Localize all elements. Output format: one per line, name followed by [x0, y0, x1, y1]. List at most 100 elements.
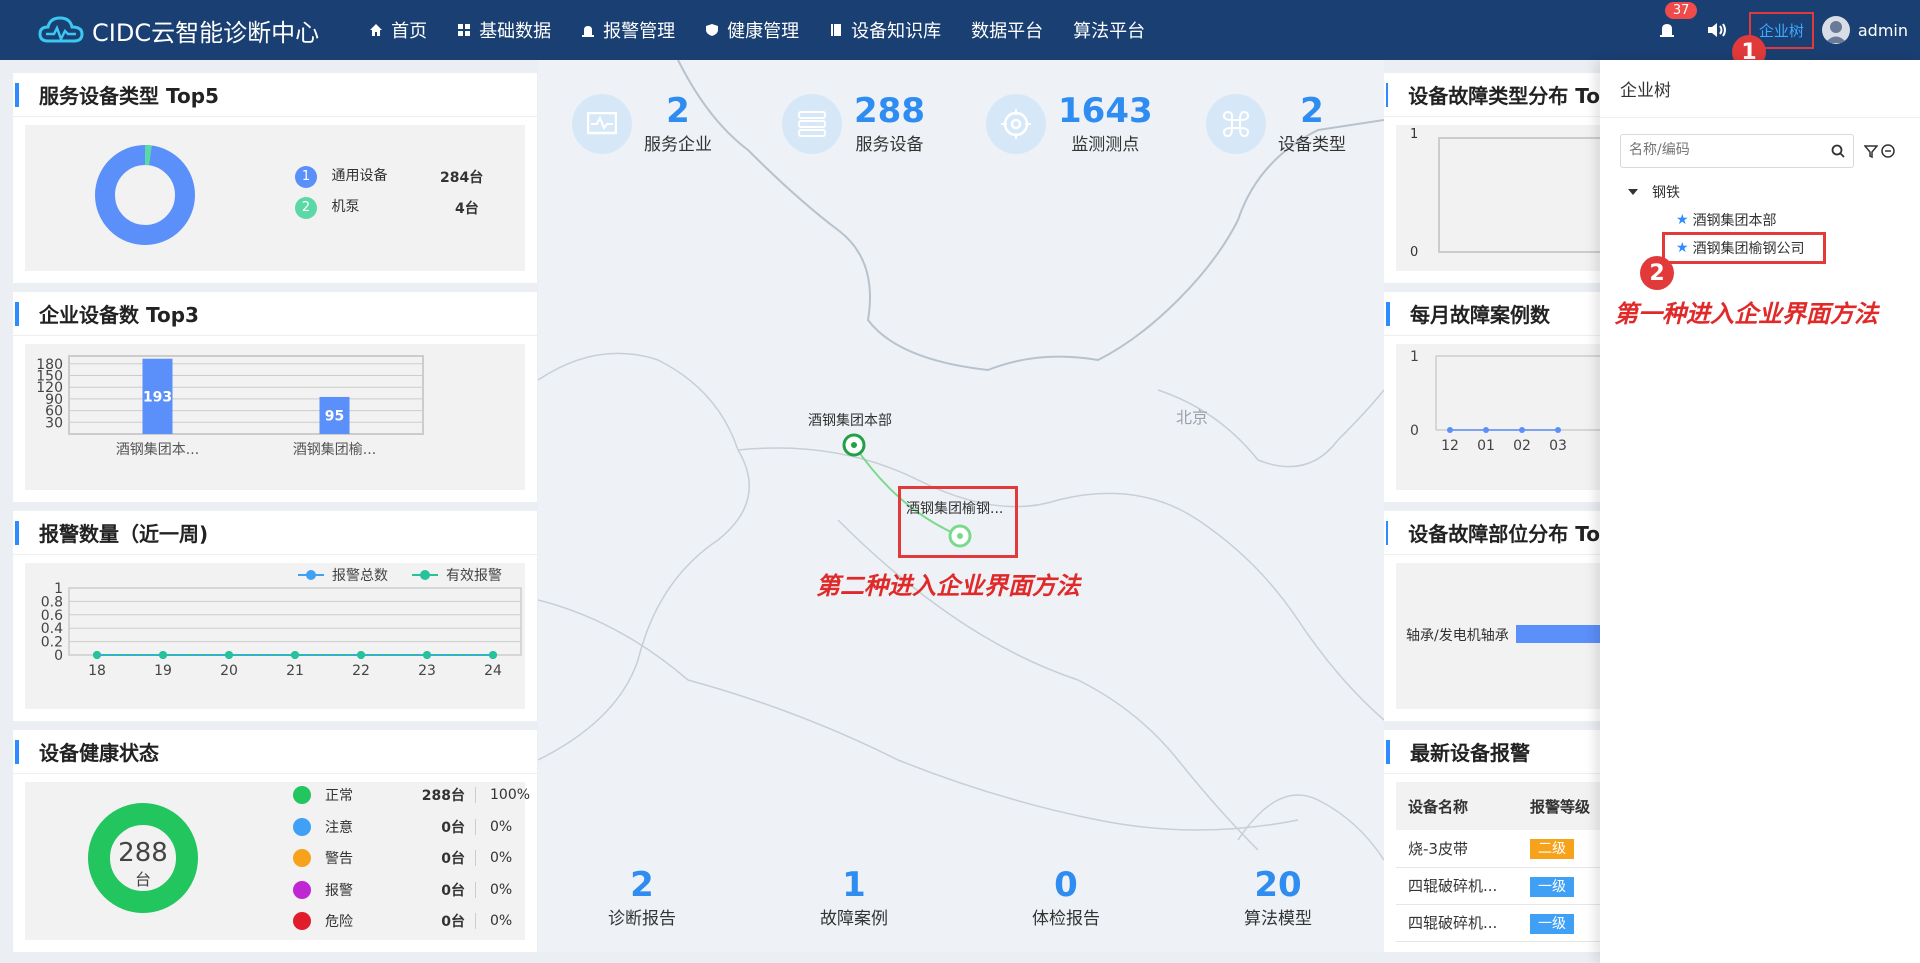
y-tick: 0: [1410, 245, 1419, 260]
tree-node-label: 酒钢集团本部: [1692, 213, 1777, 229]
status-percent: 0%: [490, 850, 513, 866]
series-point: [1483, 427, 1489, 433]
stat-monitor-points[interactable]: 1643 监测测点: [986, 92, 1153, 155]
target-icon: [1001, 108, 1031, 139]
status-divider: [475, 913, 476, 929]
tree-search-input[interactable]: [1629, 135, 1819, 165]
series-point: [357, 651, 365, 659]
server-icon: [798, 110, 826, 137]
stat-device-types[interactable]: 2 设备类型: [1206, 92, 1346, 155]
x-tick-label: 03: [1549, 438, 1567, 454]
tree-search-box[interactable]: [1620, 134, 1854, 168]
rank-badge: 1: [295, 166, 317, 188]
panel-title: 报警数量（近一周): [39, 522, 209, 546]
stat-value: 288: [854, 91, 925, 131]
tree-node-group[interactable]: 钢铁: [1628, 182, 1680, 202]
stat-service-device[interactable]: 288 服务设备: [782, 92, 925, 155]
health-total: 288: [118, 838, 168, 868]
panel-title: 每月故障案例数: [1410, 303, 1550, 327]
stat-algorithm-model[interactable]: 20 算法模型: [1218, 866, 1338, 929]
stat-value: 0: [1054, 865, 1078, 905]
topbar-actions: 37 企业树 admin: [1647, 0, 1920, 60]
rank-badge: 2: [295, 197, 317, 219]
user-avatar-icon: [1824, 21, 1847, 43]
monthly-fault-panel: 每月故障案例数 1 0 12 01 02 03: [1384, 292, 1600, 502]
user-menu[interactable]: admin: [1821, 16, 1908, 44]
grid-icon: [458, 24, 471, 36]
site-label-2[interactable]: 酒钢集团榆钢...: [906, 498, 1003, 518]
stat-icon-circle: [986, 93, 1046, 154]
stat-service-enterprise[interactable]: 2 服务企业: [572, 92, 712, 155]
alarm-icon: [582, 26, 595, 37]
status-label: 报警: [325, 882, 353, 899]
stat-fault-case[interactable]: 1 故障案例: [794, 866, 914, 929]
command-icon: [1222, 110, 1250, 137]
x-tick-label: 19: [154, 663, 172, 679]
site-label-1[interactable]: 酒钢集团本部: [808, 410, 892, 430]
alarm-week-body: 1 0.8 0.6 0.4 0.2 0 18 19 20 21 22 23 24 报警总数 有效报警: [25, 563, 525, 709]
panel-title: 设备故障类型分布 To: [1408, 84, 1600, 108]
stat-diagnosis-report[interactable]: 2 诊断报告: [582, 866, 702, 929]
annotation-box-site2: [898, 486, 1018, 558]
fault-type-panel: 设备故障类型分布 To 1 0: [1384, 73, 1600, 283]
nav-algo-platform[interactable]: 算法平台: [1073, 17, 1145, 43]
nav-health-mgmt[interactable]: 健康管理: [705, 17, 799, 43]
legend-value: 4台: [455, 201, 479, 217]
legend-row-2: 2 机泵 4台: [295, 196, 479, 219]
y-tick: 1: [1410, 127, 1419, 142]
series-point: [291, 651, 299, 659]
nav-alarm-mgmt[interactable]: 报警管理: [581, 17, 675, 43]
nav-home[interactable]: 首页: [369, 17, 427, 43]
nav-basic-data-label: 基础数据: [479, 21, 552, 42]
status-percent: 0%: [490, 913, 513, 929]
status-percent: 0%: [490, 881, 513, 898]
nav-health-mgmt-label: 健康管理: [727, 21, 800, 42]
legend-value: 284台: [440, 170, 484, 186]
col-header: 设备名称: [1396, 782, 1518, 830]
enterprise-tree-drawer: 企业树 钢铁 ★ 酒钢集团本部 ★ 酒钢集团榆钢公司 2 第一种进入企业界面方法: [1600, 60, 1920, 963]
series-point: [225, 651, 233, 659]
bar-label: 轴承/发电机轴承: [1406, 628, 1509, 644]
x-tick-label: 01: [1477, 438, 1495, 454]
status-label: 注意: [325, 819, 353, 836]
nav-knowledge-base[interactable]: 设备知识库: [829, 17, 941, 43]
notification-button[interactable]: 37: [1647, 0, 1698, 60]
filter-icon[interactable]: [1864, 144, 1878, 158]
nav-algo-platform-label: 算法平台: [1073, 21, 1146, 42]
tree-node-hq[interactable]: ★ 酒钢集团本部: [1676, 210, 1777, 230]
table-row[interactable]: 烧-3皮带 二级: [1396, 830, 1600, 868]
star-icon: ★: [1676, 212, 1689, 228]
sound-toggle[interactable]: [1697, 0, 1737, 60]
table-row[interactable]: 四辊破碎机... 一级: [1396, 867, 1600, 905]
device-name: 四辊破碎机...: [1396, 867, 1518, 905]
status-count: 0台: [441, 819, 465, 836]
nav-alarm-mgmt-label: 报警管理: [603, 21, 676, 42]
bell-icon: [1659, 24, 1674, 37]
monthly-line-chart: 1 0 12 01 02 03: [1410, 349, 1600, 454]
table-row[interactable]: 四辊破碎机... 一级: [1396, 904, 1600, 942]
donut-slice-general: [95, 145, 195, 245]
status-divider: [475, 850, 476, 866]
health-legend-row: 报警 0台 0%: [293, 879, 533, 901]
status-label: 正常: [325, 788, 353, 804]
tree-node-label: 酒钢集团榆钢公司: [1692, 241, 1805, 257]
series-point: [423, 651, 431, 659]
status-percent: 100%: [490, 787, 531, 803]
health-body: 288 台 正常 288台 100% 注意 0台 0% 警告 0台 0% 报警 0台 0% 危险 0台 0%: [25, 782, 530, 940]
site-marker-1-dot: [851, 442, 857, 448]
stat-checkup-report[interactable]: 0 体检报告: [1006, 866, 1126, 929]
stat-icon-circle: [782, 93, 842, 154]
level-badge: 二级: [1530, 839, 1574, 860]
legend-marker: [420, 570, 430, 580]
china-map[interactable]: 北京 酒钢集团本部 酒钢集团榆钢... 第二种进入企业界面方法 2 服务企业 28…: [538, 60, 1384, 952]
fault-part-bar[interactable]: [1516, 625, 1600, 643]
search-icon[interactable]: [1831, 144, 1845, 158]
tree-node-yugang[interactable]: ★ 酒钢集团榆钢公司: [1676, 238, 1805, 258]
collapse-all-icon[interactable]: [1881, 144, 1895, 158]
service-donut-chart: [95, 145, 195, 245]
nav-data-platform[interactable]: 数据平台: [971, 17, 1043, 43]
status-divider: [475, 818, 476, 835]
enterprise-top3-body: 180 150 120 90 60 30 193 酒钢集团本... 95 酒钢集团榆...: [25, 344, 525, 490]
nav-basic-data[interactable]: 基础数据: [457, 17, 551, 43]
app-logo[interactable]: CIDC云智能诊断中心: [38, 13, 319, 48]
